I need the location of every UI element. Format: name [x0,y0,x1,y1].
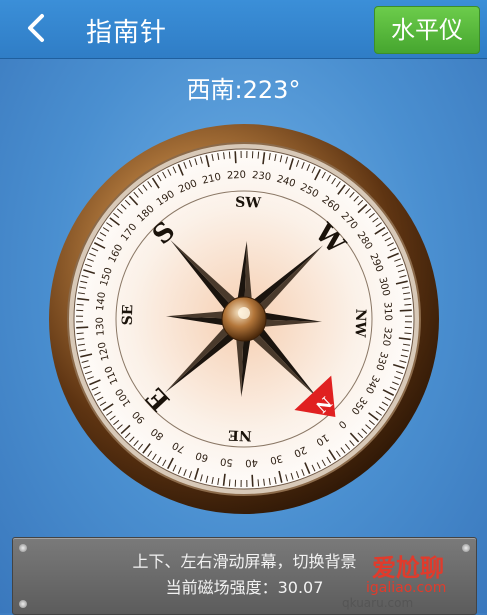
dial-tick [258,479,259,486]
dial-tick [258,152,259,159]
watermark-brand: 爱尬聊 [372,548,444,583]
compass-svg: 0102030405060708090100110120130140150160… [48,123,440,515]
dial-tick [77,304,84,305]
dial-degree-label: 230 [251,170,271,183]
dial-tick [235,151,236,163]
watermark-url: igaliao.com [366,580,446,596]
app-header: 指南针 水平仪 [0,0,487,59]
dial-tick [404,304,411,305]
dial-degree-label: 40 [245,456,258,468]
dial-degree-label: 320 [380,326,393,346]
dial-degree-label: 220 [227,170,247,182]
direction-label-nw: NW [351,309,368,338]
compass-hub-highlight [238,307,250,319]
dial-tick [229,152,230,159]
dial-tick [404,333,411,334]
heading-readout: 西南:223° [0,70,487,105]
dial-degree-label: 310 [381,302,393,322]
dial-tick [229,479,230,486]
direction-label-sw: SW [235,195,262,212]
dial-tick [77,333,84,334]
dial-tick [400,310,412,311]
direction-label-ne: NE [228,427,252,444]
dial-tick [76,327,88,328]
dial-degree-label: 140 [95,291,108,311]
direction-label-se: SE [120,304,137,325]
dial-degree-label: 50 [220,455,234,467]
watermark-logo: 爱尬聊 igaliao.com qkuaru.com [336,548,476,610]
compass-dial[interactable]: 0102030405060708090100110120130140150160… [48,123,440,515]
screw-icon [19,600,27,608]
level-button[interactable]: 水平仪 [374,6,480,54]
dial-degree-label: 130 [95,317,107,337]
back-button[interactable] [14,6,58,50]
dial-tick [252,475,253,487]
watermark-sub: qkuaru.com [342,596,413,610]
chevron-left-icon [14,6,58,50]
page-title: 指南针 [86,12,167,49]
